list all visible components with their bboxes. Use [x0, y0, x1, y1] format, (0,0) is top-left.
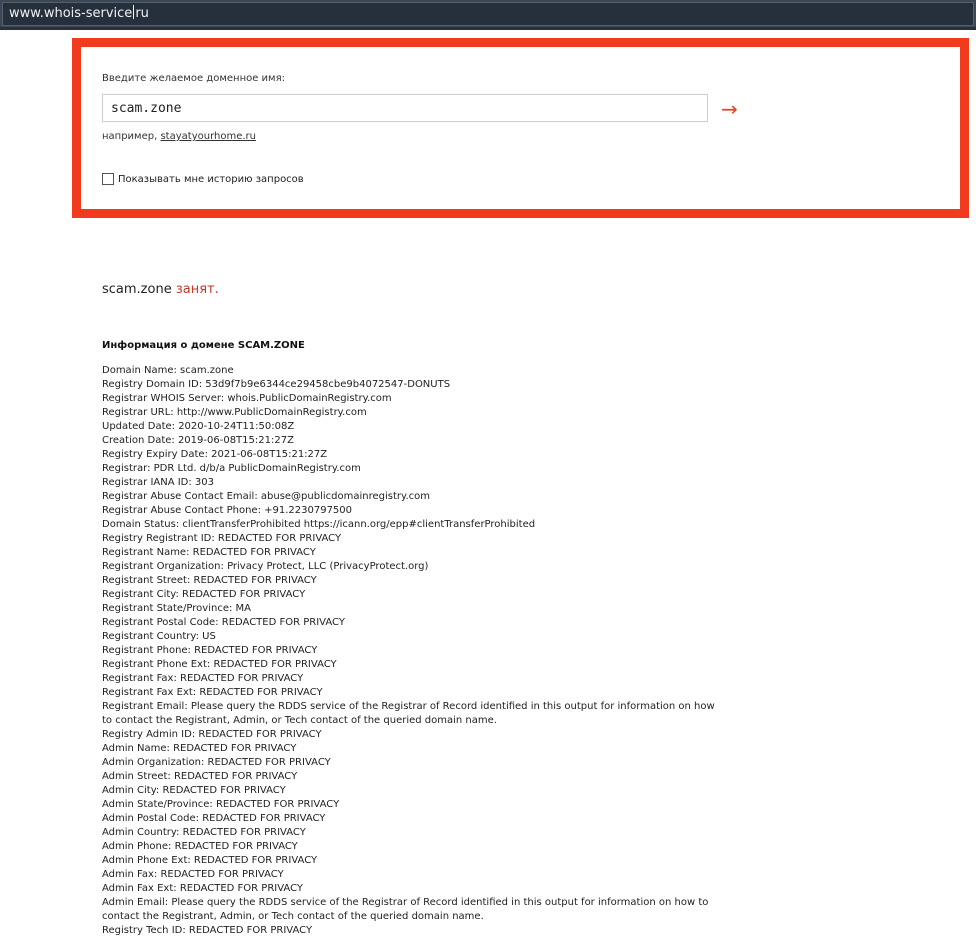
whois-line: Registry Expiry Date: 2021-06-08T15:21:2… — [102, 449, 328, 460]
result-domain: scam.zone — [102, 282, 172, 297]
whois-info-heading: Информация о домене SCAM.ZONE — [102, 340, 305, 351]
whois-line: Creation Date: 2019-06-08T15:21:27Z — [102, 435, 294, 446]
whois-line: Registrant Phone: REDACTED FOR PRIVACY — [102, 645, 318, 656]
whois-line: Registry Admin ID: REDACTED FOR PRIVACY — [102, 729, 322, 740]
whois-line: Registrar Abuse Contact Email: abuse@pub… — [102, 491, 431, 502]
whois-line: Admin Country: REDACTED FOR PRIVACY — [102, 827, 306, 838]
whois-line: Admin Name: REDACTED FOR PRIVACY — [102, 743, 297, 754]
whois-line: Registrant Phone Ext: REDACTED FOR PRIVA… — [102, 659, 337, 670]
whois-line: Admin Fax: REDACTED FOR PRIVACY — [102, 869, 284, 880]
whois-line: Registrant State/Province: MA — [102, 603, 251, 614]
whois-line: Registrant Street: REDACTED FOR PRIVACY — [102, 575, 317, 586]
whois-line: Registrar WHOIS Server: whois.PublicDoma… — [102, 393, 392, 404]
history-toggle[interactable]: Показывать мне историю запросов — [102, 173, 304, 185]
whois-line: Domain Name: scam.zone — [102, 365, 234, 376]
example-prefix: например, — [102, 131, 158, 142]
history-checkbox[interactable] — [102, 173, 114, 185]
status-badge: занят. — [175, 282, 219, 297]
domain-input-label: Введите желаемое доменное имя: — [102, 73, 285, 84]
whois-line: Registrant Name: REDACTED FOR PRIVACY — [102, 547, 316, 558]
domain-status: scam.zone занят. — [102, 282, 219, 297]
whois-line: Registry Domain ID: 53d9f7b9e6344ce29458… — [102, 379, 451, 390]
domain-input[interactable] — [102, 94, 708, 122]
submit-arrow-icon[interactable]: → — [721, 99, 751, 119]
whois-line: Domain Status: clientTransferProhibited … — [102, 519, 536, 530]
whois-line: Admin State/Province: REDACTED FOR PRIVA… — [102, 799, 340, 810]
domain-search-panel: Введите желаемое доменное имя: → наприме… — [72, 38, 969, 218]
whois-line: Registrant Postal Code: REDACTED FOR PRI… — [102, 617, 345, 628]
whois-line: Registrant Email: Please query the RDDS … — [102, 701, 715, 726]
whois-line: Registrant Fax: REDACTED FOR PRIVACY — [102, 673, 304, 684]
whois-line: Admin Phone: REDACTED FOR PRIVACY — [102, 841, 298, 852]
whois-line: Admin Email: Please query the RDDS servi… — [102, 897, 709, 922]
whois-line: Admin Phone Ext: REDACTED FOR PRIVACY — [102, 855, 318, 866]
whois-line: Registrar IANA ID: 303 — [102, 477, 215, 488]
url-input[interactable]: www.whois-service ru — [2, 2, 974, 26]
example-hint: например, stayatyourhome.ru — [102, 131, 256, 142]
whois-record: Domain Name: scam.zone Registry Domain ID… — [102, 364, 722, 938]
whois-line: Registrar: PDR Ltd. d/b/a PublicDomainRe… — [102, 463, 361, 474]
whois-line: Updated Date: 2020-10-24T11:50:08Z — [102, 421, 295, 432]
whois-line: Registrar URL: http://www.PublicDomainRe… — [102, 407, 367, 418]
whois-line: Registrant Fax Ext: REDACTED FOR PRIVACY — [102, 687, 323, 698]
whois-line: Admin Fax Ext: REDACTED FOR PRIVACY — [102, 883, 304, 894]
whois-line: Registrar Abuse Contact Phone: +91.22307… — [102, 505, 353, 516]
whois-line: Admin Organization: REDACTED FOR PRIVACY — [102, 757, 331, 768]
whois-line: Registrant Country: US — [102, 631, 216, 642]
whois-line: Admin City: REDACTED FOR PRIVACY — [102, 785, 286, 796]
browser-address-bar: www.whois-service ru — [0, 0, 976, 30]
history-checkbox-label: Показывать мне историю запросов — [118, 173, 304, 185]
url-text-end: ru — [135, 6, 149, 21]
whois-line: Registrant Organization: Privacy Protect… — [102, 561, 429, 572]
whois-line: Registry Registrant ID: REDACTED FOR PRI… — [102, 533, 342, 544]
whois-line: Admin Street: REDACTED FOR PRIVACY — [102, 771, 298, 782]
example-domain-link[interactable]: stayatyourhome.ru — [160, 131, 256, 142]
whois-line: Admin Postal Code: REDACTED FOR PRIVACY — [102, 813, 326, 824]
url-text-start: www.whois-service — [9, 6, 133, 21]
whois-line: Registrant City: REDACTED FOR PRIVACY — [102, 589, 306, 600]
